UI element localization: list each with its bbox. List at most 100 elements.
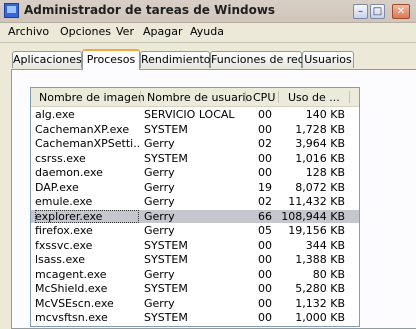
col-image-name[interactable]: Nombre de imagen (39, 91, 145, 104)
process-list[interactable]: Nombre de imagen Nombre de usuario CPU U… (30, 87, 360, 327)
process-memory: 1,388 KB (295, 253, 345, 266)
process-user: SYSTEM (144, 311, 188, 324)
process-memory: 1,000 KB (295, 311, 345, 324)
process-cpu: 00 (258, 238, 272, 252)
column-divider[interactable] (245, 91, 246, 103)
process-memory: 8,072 KB (295, 180, 345, 194)
table-row[interactable]: fxssvc.exe SYSTEM 00 344 KB (31, 238, 359, 252)
table-row[interactable]: mcvsftsn.exe SYSTEM 00 1,000 KB (31, 311, 359, 324)
process-cpu: 00 (258, 296, 272, 310)
process-name: mcagent.exe (35, 267, 107, 281)
process-cpu: 00 (258, 282, 272, 295)
process-user: SYSTEM (144, 151, 188, 165)
menu-separator (0, 42, 416, 43)
process-cpu: 05 (258, 224, 272, 237)
process-memory: 11,432 KB (288, 195, 345, 208)
table-row[interactable]: firefox.exe Gerry 05 19,156 KB (31, 224, 359, 237)
tab-aplicaciones[interactable]: Aplicaciones (12, 51, 82, 68)
process-user: SYSTEM (144, 122, 188, 136)
table-row[interactable]: DAP.exe Gerry 19 8,072 KB (31, 180, 359, 194)
table-row[interactable]: csrss.exe SYSTEM 00 1,016 KB (31, 151, 359, 165)
process-name: explorer.exe (35, 209, 139, 223)
process-name: firefox.exe (35, 224, 93, 237)
column-divider[interactable] (278, 91, 279, 103)
process-name: DAP.exe (35, 180, 79, 194)
menu-ver[interactable]: Ver (116, 25, 134, 38)
process-user: Gerry (144, 209, 175, 223)
tab-funciones-de-red[interactable]: Funciones de red (210, 51, 305, 68)
process-user: Gerry (144, 180, 175, 194)
menu-bar: Archivo Opciones Ver Apagar Ayuda (0, 23, 416, 42)
close-button[interactable]: ✕ (392, 4, 410, 19)
process-name: csrss.exe (35, 151, 86, 165)
title-bar[interactable]: Administrador de tareas de Windows – □ ✕ (0, 0, 416, 23)
process-cpu: 00 (258, 267, 272, 281)
process-memory: 80 KB (312, 267, 345, 281)
task-manager-icon (4, 3, 19, 18)
process-name: daemon.exe (35, 166, 103, 179)
menu-apagar[interactable]: Apagar (143, 25, 183, 38)
col-user-name[interactable]: Nombre de usuario (147, 91, 252, 104)
menu-archivo[interactable]: Archivo (8, 25, 49, 38)
process-name: CachemanXP.exe (35, 122, 130, 136)
process-user: Gerry (144, 267, 175, 281)
process-cpu: 00 (258, 311, 272, 324)
tab-rendimiento[interactable]: Rendimiento (140, 51, 210, 68)
tab-strip: Aplicaciones Procesos Rendimiento Funcio… (12, 49, 416, 70)
process-cpu: 02 (258, 195, 272, 208)
process-user: Gerry (144, 137, 175, 150)
process-name: CachemanXPSetti... (35, 137, 139, 150)
process-cpu: 19 (258, 180, 272, 194)
table-row[interactable]: CachemanXPSetti... Gerry 02 3,964 KB (31, 137, 359, 150)
process-user: SYSTEM (144, 238, 188, 252)
process-memory: 3,964 KB (295, 137, 345, 150)
process-memory: 344 KB (305, 238, 345, 252)
process-memory: 1,016 KB (295, 151, 345, 165)
menu-opciones[interactable]: Opciones (60, 25, 111, 38)
process-name: mcvsftsn.exe (35, 311, 108, 324)
table-row[interactable]: explorer.exe Gerry 66 108,944 KB (31, 209, 359, 223)
tab-usuarios[interactable]: Usuarios (302, 51, 354, 68)
process-name: lsass.exe (35, 253, 85, 266)
process-name: McVSEscn.exe (35, 296, 114, 310)
menu-ayuda[interactable]: Ayuda (190, 25, 224, 38)
process-user: Gerry (144, 224, 175, 237)
process-cpu: 00 (258, 253, 272, 266)
process-memory: 128 KB (305, 166, 345, 179)
process-name: fxssvc.exe (35, 238, 93, 252)
maximize-button[interactable]: □ (370, 4, 385, 19)
process-user: Gerry (144, 296, 175, 310)
process-user: SYSTEM (144, 253, 188, 266)
process-memory: 140 KB (305, 108, 345, 121)
list-header: Nombre de imagen Nombre de usuario CPU U… (31, 88, 359, 107)
process-memory: 5,280 KB (295, 282, 345, 295)
column-divider[interactable] (349, 91, 350, 103)
process-user: Gerry (144, 166, 175, 179)
process-user: Gerry (144, 195, 175, 208)
table-row[interactable]: McShield.exe SYSTEM 00 5,280 KB (31, 282, 359, 295)
col-cpu[interactable]: CPU (253, 91, 275, 104)
process-memory: 19,156 KB (288, 224, 345, 237)
table-row[interactable]: McVSEscn.exe Gerry 00 1,132 KB (31, 296, 359, 310)
table-row[interactable]: daemon.exe Gerry 00 128 KB (31, 166, 359, 179)
process-cpu: 00 (258, 108, 272, 121)
tab-procesos[interactable]: Procesos (82, 49, 140, 70)
process-name: alg.exe (35, 108, 75, 121)
process-user: SYSTEM (144, 282, 188, 295)
table-row[interactable]: emule.exe Gerry 02 11,432 KB (31, 195, 359, 208)
process-cpu: 00 (258, 166, 272, 179)
process-cpu: 00 (258, 122, 272, 136)
process-memory: 1,728 KB (295, 122, 345, 136)
table-row[interactable]: alg.exe SERVICIO LOCAL 00 140 KB (31, 108, 359, 121)
process-user: SERVICIO LOCAL (144, 108, 235, 121)
process-cpu: 02 (258, 137, 272, 150)
column-divider[interactable] (140, 91, 141, 103)
process-name: emule.exe (35, 195, 93, 208)
minimize-button[interactable]: – (353, 4, 368, 19)
col-memory-usage[interactable]: Uso de ... (288, 91, 340, 104)
table-row[interactable]: CachemanXP.exe SYSTEM 00 1,728 KB (31, 122, 359, 136)
table-row[interactable]: mcagent.exe Gerry 00 80 KB (31, 267, 359, 281)
table-row[interactable]: lsass.exe SYSTEM 00 1,388 KB (31, 253, 359, 266)
window-title: Administrador de tareas de Windows (24, 3, 276, 17)
process-memory: 108,944 KB (281, 209, 345, 223)
